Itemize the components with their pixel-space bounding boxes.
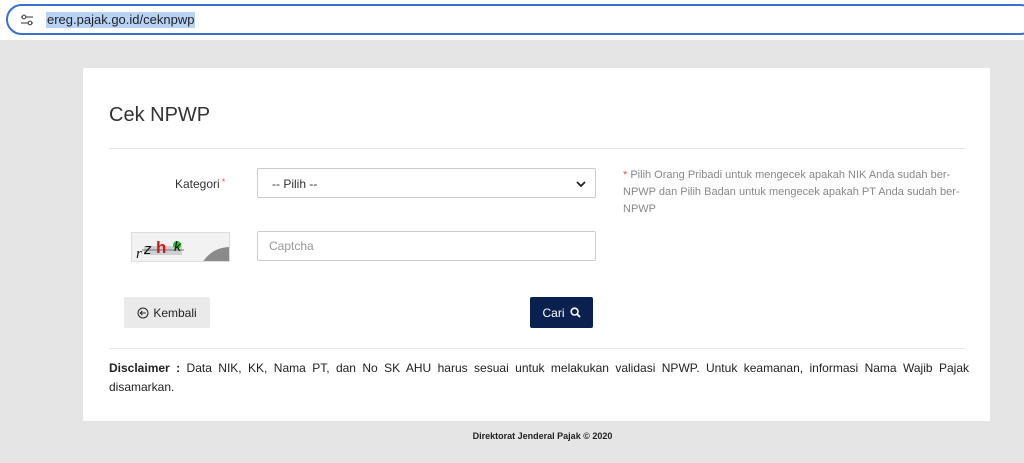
hint-text: Pilih Orang Pribadi untuk mengecek apaka… bbox=[623, 169, 960, 215]
search-button-label: Cari bbox=[542, 305, 565, 320]
kategori-hint: * Pilih Orang Pribadi untuk mengecek apa… bbox=[623, 167, 968, 218]
chevron-down-icon bbox=[576, 181, 586, 188]
captcha-char-r: r bbox=[136, 246, 142, 262]
browser-address-bar: ereg.pajak.go.id/ceknpwp bbox=[0, 0, 1024, 40]
kategori-label-text: Kategori bbox=[175, 177, 220, 191]
captcha-char-h: h bbox=[156, 238, 166, 257]
title-divider bbox=[109, 148, 965, 149]
back-button[interactable]: Kembali bbox=[124, 297, 210, 328]
kategori-label: Kategori * bbox=[175, 177, 225, 191]
captcha-input[interactable] bbox=[257, 231, 596, 261]
disclaimer-heading: Disclaimer : bbox=[109, 361, 181, 375]
disclaimer: Disclaimer : Data NIK, KK, Nama PT, dan … bbox=[109, 359, 969, 397]
footer-copyright: Direktorat Jenderal Pajak © 2020 bbox=[472, 431, 613, 441]
tune-icon[interactable] bbox=[20, 13, 34, 27]
disclaimer-text: Data NIK, KK, Nama PT, dan No SK AHU har… bbox=[109, 361, 969, 394]
captcha-char-z: z bbox=[143, 241, 152, 258]
url-field[interactable]: ereg.pajak.go.id/ceknpwp bbox=[6, 4, 1024, 35]
page-title: Cek NPWP bbox=[109, 104, 211, 126]
url-text[interactable]: ereg.pajak.go.id/ceknpwp bbox=[46, 12, 196, 28]
hint-star: * bbox=[623, 169, 628, 181]
kategori-select[interactable]: -- Pilih -- bbox=[257, 168, 596, 198]
disclaimer-divider bbox=[109, 348, 965, 349]
arrow-left-circle-icon bbox=[137, 307, 149, 318]
kategori-selected-value: -- Pilih -- bbox=[272, 177, 318, 191]
required-mark: * bbox=[221, 177, 226, 187]
captcha-char-k: k bbox=[174, 238, 182, 254]
back-button-label: Kembali bbox=[153, 305, 197, 320]
search-button[interactable]: Cari bbox=[530, 297, 593, 328]
search-icon bbox=[569, 307, 581, 318]
cek-npwp-card: Cek NPWP Kategori * -- Pilih -- * Pilih O… bbox=[83, 68, 990, 421]
captcha-image: r z h k bbox=[131, 232, 230, 262]
